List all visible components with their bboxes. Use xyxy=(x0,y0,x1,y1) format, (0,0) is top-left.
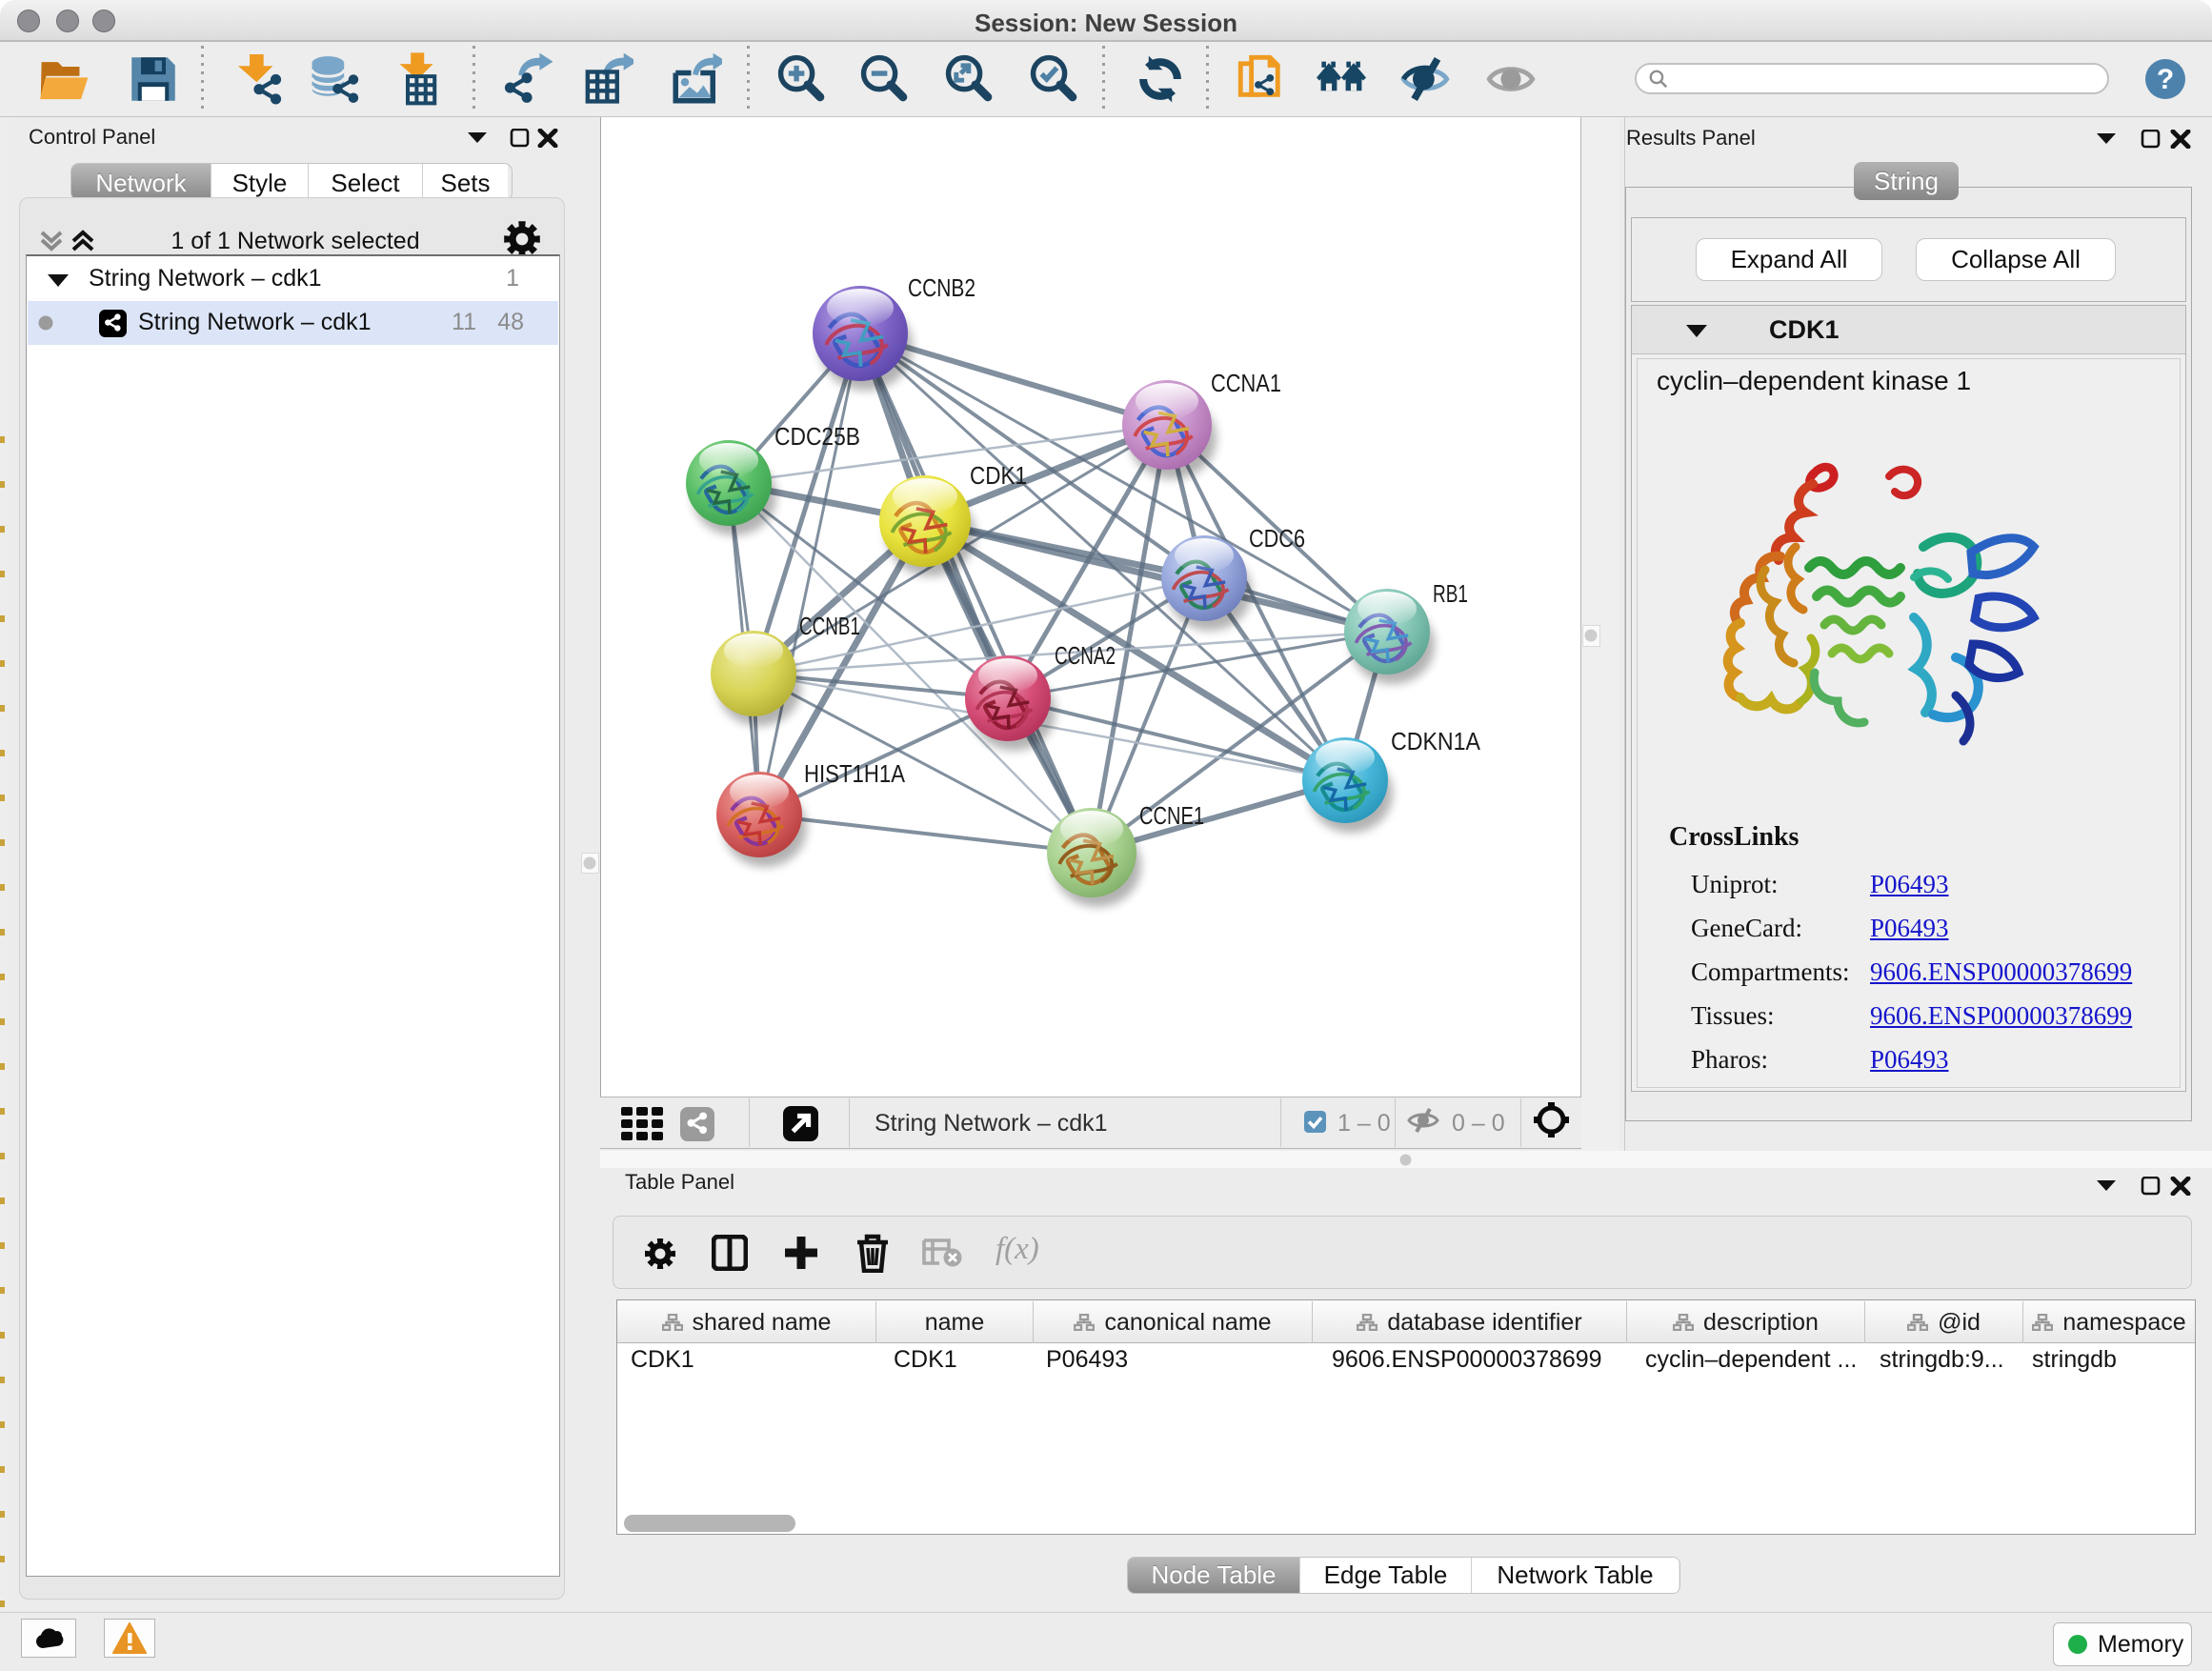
svg-text:CDKN1A: CDKN1A xyxy=(1391,727,1481,755)
svg-text:CCNB1: CCNB1 xyxy=(799,612,860,640)
svg-text:CCNA2: CCNA2 xyxy=(1055,641,1116,670)
svg-text:?: ? xyxy=(2157,64,2174,95)
svg-text:CCNA1: CCNA1 xyxy=(1211,369,1281,397)
svg-text:RB1: RB1 xyxy=(1433,579,1468,608)
svg-text:CDK1: CDK1 xyxy=(970,461,1027,490)
svg-text:CCNB2: CCNB2 xyxy=(908,273,975,302)
svg-text:HIST1H1A: HIST1H1A xyxy=(804,759,906,788)
svg-text:CDC25B: CDC25B xyxy=(774,422,860,451)
svg-text:CCNE1: CCNE1 xyxy=(1139,801,1204,830)
svg-text:CDC6: CDC6 xyxy=(1249,524,1305,553)
